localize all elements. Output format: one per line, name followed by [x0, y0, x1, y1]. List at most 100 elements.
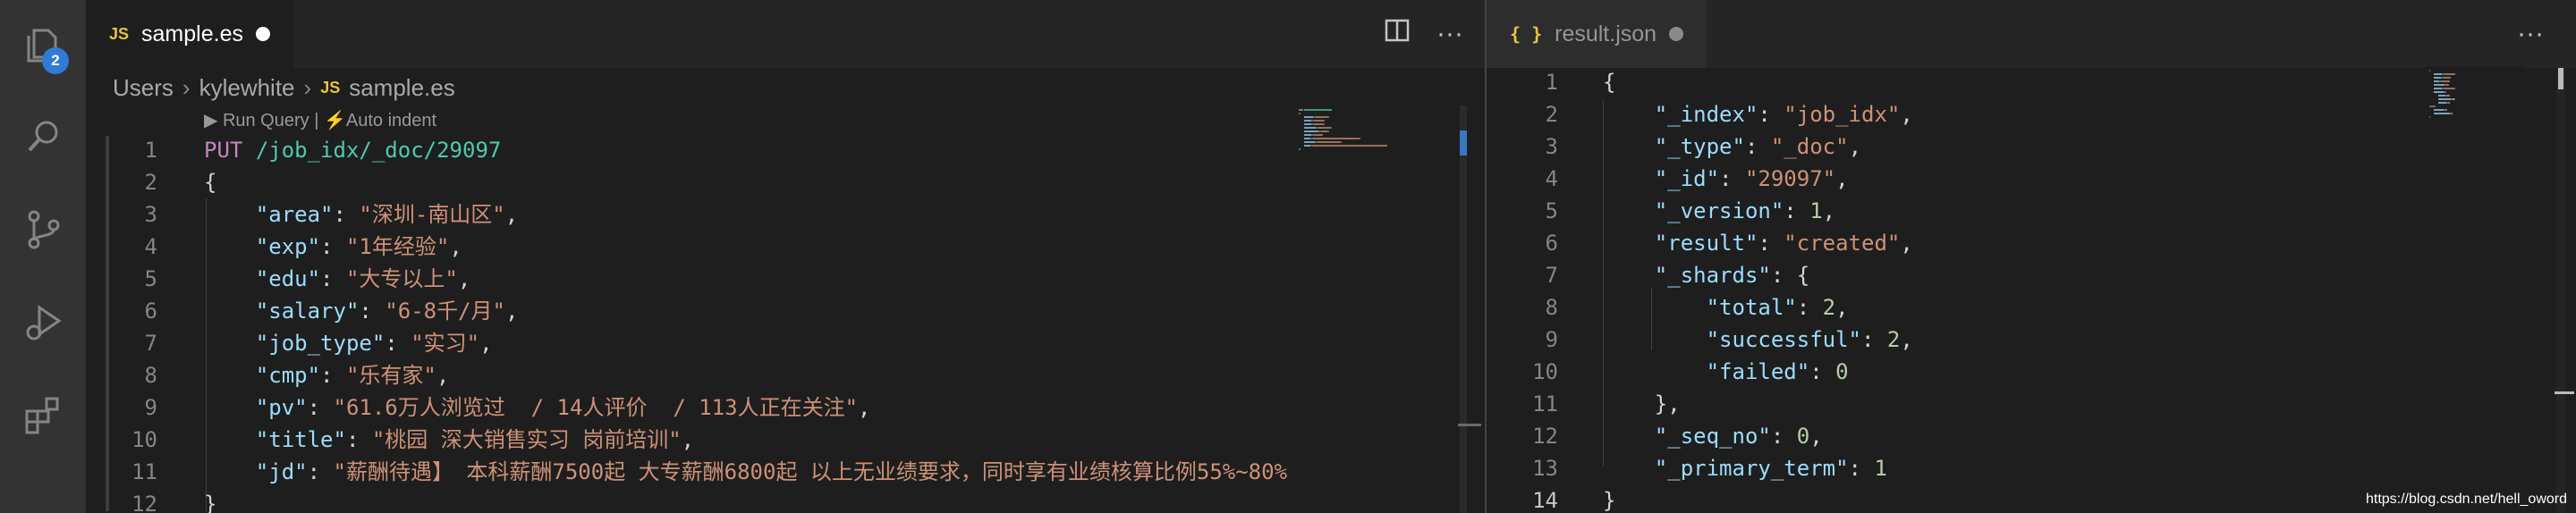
minimap-line [1304, 134, 1312, 136]
minimap-line [1313, 145, 1388, 147]
code-line[interactable]: 13 "_primary_term": 1 [1487, 452, 2576, 484]
scrollbar-thumb[interactable] [1460, 130, 1467, 156]
code-token: "exp" [255, 234, 321, 259]
code-token: } [1603, 488, 1616, 513]
extensions-icon[interactable] [21, 393, 66, 438]
code-line[interactable]: 6 "result": "created", [1487, 227, 2576, 259]
scrollbar-track[interactable] [1460, 105, 1467, 513]
code-line[interactable]: 11 "jd": "薪酬待遇】 本科薪酬7500起 大专薪酬6800起 以上无业… [86, 456, 1485, 488]
code-text: "_shards": { [1603, 259, 1809, 291]
code-token: : [1758, 102, 1784, 127]
minimap-line [1314, 134, 1322, 136]
left-editor: JS sample.es ··· Users › kylewhite › JS … [86, 0, 1485, 513]
breadcrumb-file[interactable]: sample.es [349, 74, 455, 102]
run-debug-icon[interactable] [21, 300, 66, 345]
line-number: 1 [144, 138, 157, 163]
codelens: ▶ Run Query | ⚡Auto indent [204, 109, 436, 131]
code-line[interactable]: 11 }, [1487, 388, 2576, 420]
code-token: , [1900, 327, 1913, 352]
code-line[interactable]: 12 "_seq_no": 0, [1487, 420, 2576, 452]
tab-result-json[interactable]: { } result.json [1487, 0, 1707, 68]
code-line[interactable]: 10 "title": "桃园 深大销售实习 岗前培训", [86, 424, 1485, 456]
more-actions-icon[interactable]: ··· [1436, 19, 1463, 49]
code-line[interactable]: 7 "_shards": { [1487, 259, 2576, 291]
minimap[interactable] [1295, 105, 1465, 513]
minimap-line [1314, 120, 1324, 122]
code-token: : { [1770, 263, 1810, 288]
line-number: 10 [131, 427, 157, 452]
code-token: , [1822, 198, 1836, 223]
code-text: }, [1603, 388, 1681, 420]
minimap-line [1299, 113, 1301, 114]
tab-label: result.json [1555, 21, 1657, 46]
code-token: "_seq_no" [1654, 424, 1771, 449]
code-token: "cmp" [255, 363, 321, 388]
code-line[interactable]: 12} [86, 488, 1485, 513]
code-token: , [436, 363, 450, 388]
run-query-link[interactable]: ▶ Run Query [204, 111, 309, 130]
minimap-line [1359, 138, 1360, 139]
explorer-badge: 2 [42, 47, 69, 74]
minimap-line [1304, 109, 1332, 111]
minimap-line [2447, 84, 2449, 86]
code-token: : [359, 299, 386, 324]
minimap[interactable] [2426, 66, 2524, 513]
code-line[interactable]: 8 "total": 2, [1487, 291, 2576, 324]
tab-sample-es[interactable]: JS sample.es [86, 0, 293, 68]
line-number: 14 [1532, 488, 1558, 513]
right-code-area[interactable]: 1{2 "_index": "job_idx", 3 "_type": "_doc… [1487, 66, 2576, 513]
code-line[interactable]: 1 PUT /job_idx/_doc/29097 [86, 134, 1485, 166]
line-number: 9 [1545, 327, 1558, 352]
code-token: "实习" [411, 331, 480, 356]
auto-indent-link[interactable]: ⚡Auto indent [324, 111, 436, 130]
js-file-icon: JS [320, 78, 341, 97]
minimap-line [2437, 102, 2447, 104]
code-line[interactable]: 5 "edu": "大专以上", [86, 263, 1485, 295]
scrollbar-thumb[interactable] [2558, 68, 2563, 89]
code-line[interactable]: 7 "job_type": "实习", [86, 327, 1485, 359]
source-control-icon[interactable] [21, 207, 66, 252]
code-line[interactable]: 9 "successful": 2, [1487, 324, 2576, 356]
code-token: , [1900, 231, 1913, 256]
code-line[interactable]: 2 "_index": "job_idx", [1487, 98, 2576, 130]
unsaved-dot-icon[interactable] [1669, 27, 1684, 41]
code-text: "successful": 2, [1603, 324, 1913, 356]
code-line[interactable]: 4 "exp": "1年经验", [86, 231, 1485, 263]
code-line[interactable]: 9 "pv": "61.6万人浏览过 / 14人评价 / 113人正在关注", [86, 391, 1485, 424]
codelens-separator: | [314, 111, 319, 130]
code-token: : [320, 363, 346, 388]
code-line[interactable]: 2{ [86, 166, 1485, 198]
code-token: "job_type" [255, 331, 386, 356]
code-token: "jd" [255, 459, 308, 484]
code-text: "job_type": "实习", [204, 327, 493, 359]
scrollbar-track[interactable] [2556, 66, 2565, 513]
code-line[interactable]: 3 "_type": "_doc", [1487, 130, 2576, 163]
code-line[interactable]: 4 "_id": "29097", [1487, 163, 2576, 195]
code-text: } [1603, 484, 1615, 513]
minimap-line [2429, 116, 2431, 118]
minimap-line [1304, 141, 1315, 143]
code-line[interactable]: 1{ [1487, 66, 2576, 98]
unsaved-dot-icon[interactable] [255, 27, 270, 41]
search-icon[interactable] [21, 114, 66, 159]
breadcrumb-users[interactable]: Users [113, 74, 174, 102]
code-token: "深圳-南山区" [359, 202, 505, 227]
left-code-area[interactable]: 1 PUT /job_idx/_doc/29097 2{3 "area": "深圳-… [86, 134, 1485, 513]
breadcrumb-kylewhite[interactable]: kylewhite [199, 74, 295, 102]
code-token: "_id" [1654, 166, 1720, 191]
code-line[interactable]: 10 "failed": 0 [1487, 356, 2576, 388]
code-line[interactable]: 8 "cmp": "乐有家", [86, 359, 1485, 391]
left-editor-actions: ··· [1385, 0, 1463, 68]
split-editor-icon[interactable] [1385, 18, 1410, 50]
code-line[interactable]: 6 "salary": "6-8千/月", [86, 295, 1485, 327]
code-line[interactable]: 3 "area": "深圳-南山区", [86, 198, 1485, 231]
code-token: PUT [204, 138, 243, 163]
code-line[interactable]: 5 "_version": 1, [1487, 195, 2576, 227]
more-actions-icon[interactable]: ··· [2517, 19, 2544, 49]
